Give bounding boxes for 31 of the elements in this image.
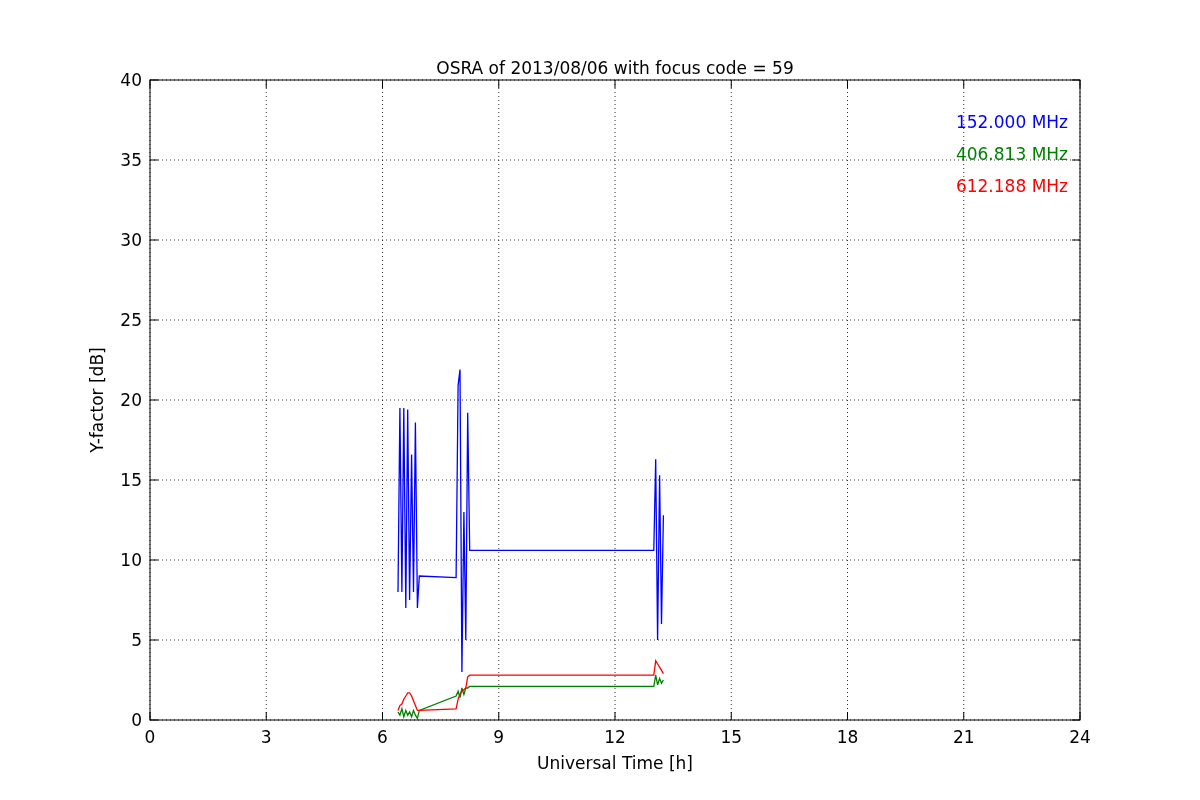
tick-label: 9 — [493, 727, 505, 747]
tick-label: 0 — [131, 710, 142, 730]
axis-title: Universal Time [h] — [537, 753, 693, 773]
tick-label: 6 — [377, 727, 388, 747]
tick-label: 5 — [131, 630, 142, 650]
tick-mark — [498, 711, 500, 721]
tick-label: 24 — [1069, 727, 1091, 747]
tick-label: 30 — [120, 230, 142, 250]
tick-label: 3 — [260, 727, 272, 747]
tick-label: 25 — [120, 310, 142, 330]
tick-label: 40 — [120, 70, 142, 90]
tick-mark — [382, 711, 383, 721]
tick-label: 15 — [720, 727, 743, 747]
legend-label: 612.188 MHz — [955, 176, 1068, 196]
tick-label: 10 — [120, 550, 142, 570]
tick-label: 15 — [120, 470, 142, 490]
tick-label: 0 — [144, 727, 156, 747]
tick-label: 12 — [604, 727, 626, 747]
chart-title: OSRA of 2013/08/06 with focus code = 59 — [436, 58, 794, 78]
tick-mark — [963, 711, 965, 721]
axis-title: Y-factor [dB] — [87, 347, 107, 453]
tick-mark — [730, 711, 732, 721]
tick-mark — [614, 711, 616, 721]
tick-label: 35 — [120, 150, 142, 170]
tick-label: 21 — [952, 727, 975, 747]
tick-mark — [847, 711, 848, 721]
legend-label: 406.813 MHz — [955, 144, 1068, 164]
tick-label: 18 — [836, 727, 859, 747]
legend-label: 152.000 MHz — [955, 112, 1068, 132]
tick-mark — [265, 711, 267, 721]
tick-label: 20 — [120, 390, 142, 410]
